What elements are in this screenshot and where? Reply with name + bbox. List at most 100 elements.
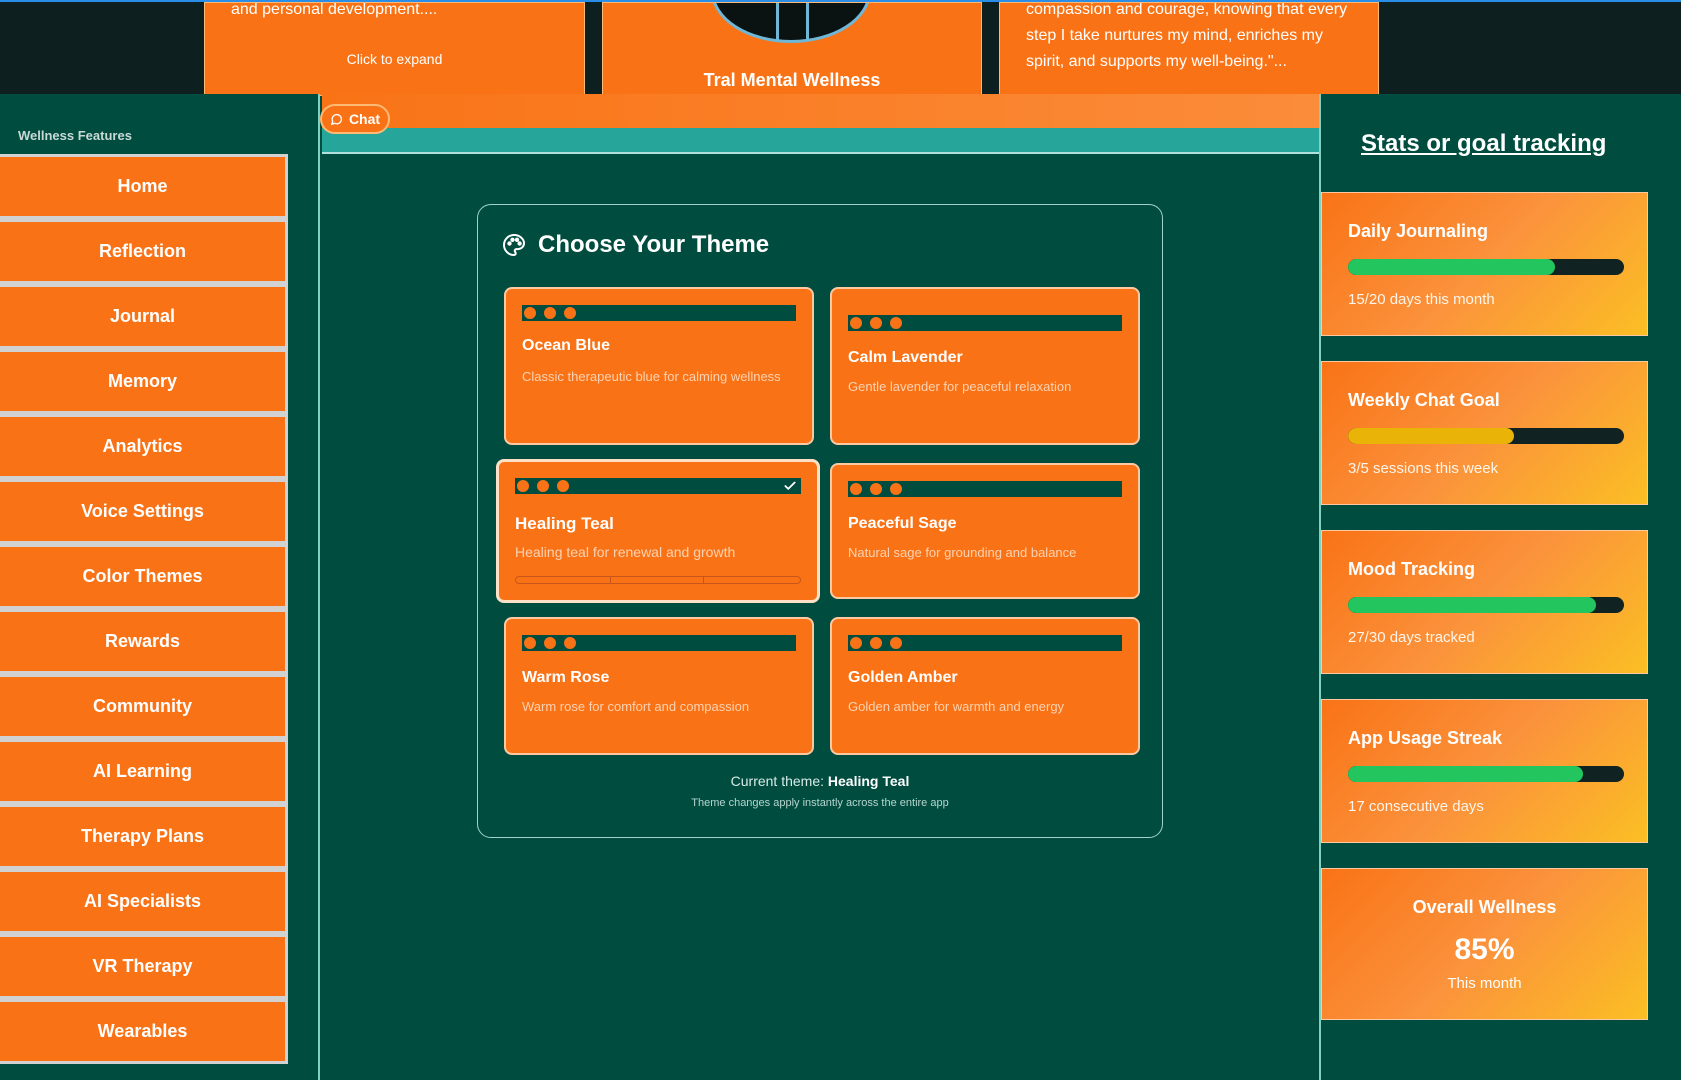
swatch-dot — [848, 481, 864, 497]
current-theme-prefix: Current theme: — [730, 773, 825, 789]
stat-detail: 17 consecutive days — [1348, 798, 1484, 815]
stat-detail: 15/20 days this month — [1348, 291, 1495, 308]
swatch-dot — [555, 478, 571, 494]
progress-fill — [1348, 428, 1514, 444]
progress-fill — [1348, 766, 1583, 782]
theme-name: Healing Teal — [515, 514, 614, 533]
swatch-dot — [542, 635, 558, 651]
progress-track — [1348, 597, 1624, 613]
sidebar-item-vr-therapy[interactable]: VR Therapy — [0, 934, 288, 999]
brand-name: Tral Mental Wellness — [703, 70, 881, 90]
sidebar-item-ai-learning[interactable]: AI Learning — [0, 739, 288, 804]
theme-description: Golden amber for warmth and energy — [848, 699, 1065, 714]
quote-card[interactable]: compassion and courage, knowing that eve… — [999, 2, 1379, 96]
brain-logo-icon — [711, 3, 871, 43]
click-to-expand-link[interactable]: Click to expand — [205, 51, 584, 67]
theme-card-golden-amber[interactable]: Golden Amber Golden amber for warmth and… — [830, 617, 1140, 755]
sidebar-item-reflection[interactable]: Reflection — [0, 219, 288, 284]
stats-sidebar: Stats or goal tracking Daily Journaling … — [1319, 94, 1681, 1080]
swatch-dot — [515, 478, 531, 494]
theme-swatch-bar — [522, 305, 796, 321]
swatch-dot — [888, 315, 904, 331]
theme-description: Classic therapeutic blue for calming wel… — [522, 369, 781, 384]
stat-card-daily-journaling: Daily Journaling 15/20 days this month — [1321, 192, 1648, 336]
swatch-dot — [868, 635, 884, 651]
chat-button[interactable]: Chat — [320, 104, 390, 134]
affirmation-card[interactable]: and personal development.... Click to ex… — [204, 2, 585, 96]
stat-label: Weekly Chat Goal — [1348, 390, 1500, 410]
theme-panel: Choose Your Theme Ocean Blue Classic the… — [477, 204, 1163, 838]
swatch-dot — [562, 635, 578, 651]
overall-sub: This month — [1447, 975, 1522, 992]
theme-card-healing-teal[interactable]: Healing Teal Healing teal for renewal an… — [496, 459, 820, 603]
theme-card-warm-rose[interactable]: Warm Rose Warm rose for comfort and comp… — [504, 617, 814, 755]
swatch-dot — [542, 305, 558, 321]
current-theme-value: Healing Teal — [827, 773, 910, 789]
chat-bar — [322, 94, 1319, 128]
sidebar-item-analytics[interactable]: Analytics — [0, 414, 288, 479]
theme-description: Natural sage for grounding and balance — [848, 545, 1077, 560]
theme-name: Peaceful Sage — [848, 515, 957, 532]
progress-fill — [1348, 597, 1597, 613]
sidebar-item-journal[interactable]: Journal — [0, 284, 288, 349]
checkmark-icon — [784, 481, 796, 490]
theme-swatch-bar — [522, 635, 796, 651]
progress-fill — [1348, 259, 1555, 275]
affirmation-snippet: and personal development.... — [231, 2, 438, 18]
swatch-dot — [868, 481, 884, 497]
progress-track — [1348, 259, 1624, 275]
stats-title: Stats or goal tracking — [1361, 130, 1607, 157]
sidebar-item-home[interactable]: Home — [0, 154, 288, 219]
stat-label: Daily Journaling — [1348, 221, 1489, 241]
sidebar-item-voice-settings[interactable]: Voice Settings — [0, 479, 288, 544]
teal-band — [322, 128, 1319, 154]
theme-swatch-bar — [848, 315, 1122, 331]
theme-swatch-bar — [848, 481, 1122, 497]
theme-hint: Theme changes apply instantly across the… — [691, 797, 949, 809]
stat-detail: 27/30 days tracked — [1348, 629, 1475, 646]
theme-swatch-bar — [515, 478, 801, 494]
swatch-dot — [888, 635, 904, 651]
theme-description: Healing teal for renewal and growth — [515, 544, 736, 560]
swatch-dot — [522, 635, 538, 651]
sidebar-item-therapy-plans[interactable]: Therapy Plans — [0, 804, 288, 869]
top-banner: and personal development.... Click to ex… — [0, 0, 1681, 96]
theme-name: Golden Amber — [848, 669, 958, 686]
current-theme-line: Current theme: Healing Teal — [478, 773, 1162, 789]
progress-track — [1348, 428, 1624, 444]
panel-title: Choose Your Theme — [538, 231, 770, 258]
theme-card-peaceful-sage[interactable]: Peaceful Sage Natural sage for grounding… — [830, 463, 1140, 599]
stat-card-overall-wellness: Overall Wellness 85% This month — [1321, 868, 1648, 1020]
theme-name: Warm Rose — [522, 669, 610, 686]
stat-label: App Usage Streak — [1348, 728, 1503, 748]
palette-icon — [503, 234, 525, 256]
sidebar-item-community[interactable]: Community — [0, 674, 288, 739]
brand-card: Tral Mental Wellness — [602, 2, 982, 96]
theme-card-calm-lavender[interactable]: Calm Lavender Gentle lavender for peacef… — [830, 287, 1140, 445]
stat-label: Mood Tracking — [1348, 559, 1476, 579]
swatch-dot — [888, 481, 904, 497]
theme-description: Gentle lavender for peaceful relaxation — [848, 379, 1072, 394]
nav-list: Home Reflection Journal Memory Analytics… — [0, 154, 288, 1064]
overall-label: Overall Wellness — [1412, 897, 1557, 917]
theme-preview-strip — [515, 576, 801, 584]
theme-swatch-bar — [848, 635, 1122, 651]
swatch-dot — [848, 635, 864, 651]
sidebar-item-rewards[interactable]: Rewards — [0, 609, 288, 674]
swatch-dot — [562, 305, 578, 321]
swatch-dot — [848, 315, 864, 331]
sidebar-item-color-themes[interactable]: Color Themes — [0, 544, 288, 609]
wellness-sidebar: Wellness Features Home Reflection Journa… — [0, 94, 320, 1080]
stat-detail: 3/5 sessions this week — [1348, 460, 1499, 477]
stat-card-mood-tracking: Mood Tracking 27/30 days tracked — [1321, 530, 1648, 674]
swatch-dot — [868, 315, 884, 331]
swatch-dot — [535, 478, 551, 494]
theme-card-ocean-blue[interactable]: Ocean Blue Classic therapeutic blue for … — [504, 287, 814, 445]
theme-name: Calm Lavender — [848, 349, 963, 366]
sidebar-item-ai-specialists[interactable]: AI Specialists — [0, 869, 288, 934]
chat-bubble-icon — [330, 113, 342, 125]
stat-card-app-usage-streak: App Usage Streak 17 consecutive days — [1321, 699, 1648, 843]
sidebar-item-memory[interactable]: Memory — [0, 349, 288, 414]
sidebar-item-wearables[interactable]: Wearables — [0, 999, 288, 1064]
overall-value: 85% — [1454, 933, 1515, 966]
